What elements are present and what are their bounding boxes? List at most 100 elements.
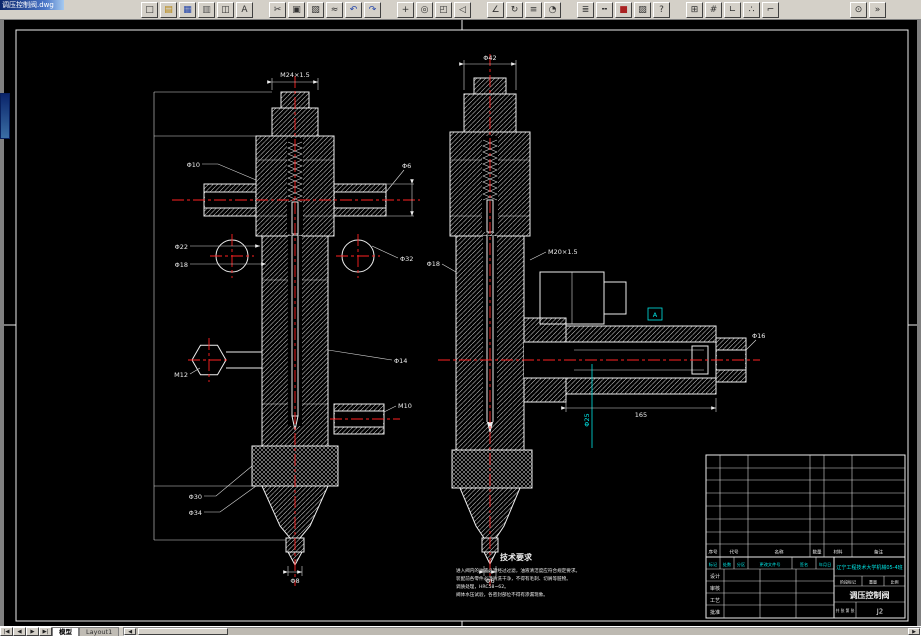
dim-label: Φ8 — [290, 577, 299, 585]
dim-label: M12 — [174, 371, 188, 379]
bom-header: 数量 — [813, 549, 822, 556]
main-toolbar: □ ▤ ▦ ▥ ◫ A ✂ ▣ ▧ ≈ ↶ ↷ + ◎ ◰ ◁ ∠ ↻ ≡ ◔ … — [0, 0, 921, 20]
tech-req-line: 进入阀内的油液必须经过过滤，油液清洁度应符合规定要求。 — [456, 567, 580, 574]
layers-icon[interactable]: ≣ — [577, 1, 594, 18]
stage-header: 比例 — [891, 579, 899, 585]
rev-header: 签名 — [800, 561, 808, 568]
layout-tabbar: |◀ ◀ ▶ ▶| 模型 Layout1 ◀ ▶ — [0, 626, 921, 636]
dim-label: Φ14 — [394, 357, 407, 365]
dim-label: Φ18 — [175, 261, 188, 269]
sign-row-label: 工艺 — [710, 598, 720, 604]
linetype-icon[interactable]: ╍ — [596, 1, 613, 18]
open-icon[interactable]: ▤ — [160, 1, 177, 18]
section-mark-label: A — [653, 311, 658, 319]
help-icon[interactable]: ? — [653, 1, 670, 18]
docked-toolbar-grip[interactable] — [0, 93, 10, 139]
drawing-svg: M24×1.5 Φ10 Φ22 Φ18 M12 Φ30 Φ34 Φ6 Φ32 Φ… — [4, 20, 917, 626]
redo-icon[interactable]: ↷ — [364, 1, 381, 18]
pan-icon[interactable]: + — [397, 1, 414, 18]
new-icon[interactable]: □ — [141, 1, 158, 18]
scroll-left-icon[interactable]: ◀ — [124, 628, 137, 635]
dim-label: Φ34 — [189, 509, 202, 517]
tab-last-button[interactable]: ▶| — [39, 627, 52, 636]
scroll-right-icon[interactable]: ▶ — [908, 628, 920, 635]
tab-prev-button[interactable]: ◀ — [13, 627, 26, 636]
rev-header: 更改文件号 — [760, 561, 781, 568]
ucs-icon[interactable]: ⌐ — [762, 1, 779, 18]
dim-label: Φ22 — [175, 243, 188, 251]
tab-layout1[interactable]: Layout1 — [79, 627, 120, 636]
drawing-number: J2 — [876, 608, 884, 616]
tech-req-line: 装配前各零件必须清洗干净，不得有毛刺、切屑等脏物。 — [456, 575, 571, 582]
part-name: 调压控制阀 — [850, 590, 890, 600]
cut-icon[interactable]: ✂ — [269, 1, 286, 18]
bom-header: 备注 — [874, 549, 883, 556]
copy-icon[interactable]: ▣ — [288, 1, 305, 18]
sign-row-label: 设计 — [710, 573, 720, 580]
dim-label: Φ18 — [427, 260, 440, 268]
horizontal-scrollbar[interactable]: ◀ ▶ — [123, 627, 921, 636]
tech-req-title: 技术要求 — [500, 552, 533, 562]
paste-icon[interactable]: ▧ — [307, 1, 324, 18]
title-block: 序号 代号 名称 数量 材料 备注 标记 处数 分区 更改文件号 签名 年月日 … — [705, 454, 906, 619]
snap-icon[interactable]: ∴ — [743, 1, 760, 18]
floating-toolbar-title[interactable]: 调压控制阀.dwg — [0, 0, 64, 10]
color-control-icon[interactable]: ■ — [615, 1, 632, 18]
tab-first-button[interactable]: |◀ — [0, 627, 13, 636]
sign-row-label: 批准 — [710, 609, 720, 616]
front-view — [172, 76, 420, 586]
dim-label: 165 — [635, 411, 647, 419]
side-cap-nut — [451, 449, 533, 489]
match-properties-icon[interactable]: ≈ — [326, 1, 343, 18]
dim-label: Φ16 — [752, 332, 765, 340]
bom-header: 序号 — [709, 549, 718, 556]
toolbar-options-icon[interactable]: » — [869, 1, 886, 18]
bom-header: 名称 — [775, 549, 784, 556]
school-name: 辽宁工程技术大学机械05-4班 — [836, 564, 902, 571]
osnap-icon[interactable]: ⊞ — [686, 1, 703, 18]
redraw-icon[interactable]: ↻ — [506, 1, 523, 18]
dim-label: Φ6 — [402, 162, 411, 170]
spell-check-icon[interactable]: A — [236, 1, 253, 18]
dim-label: M24×1.5 — [280, 71, 310, 79]
bracket-small — [603, 281, 627, 315]
ortho-icon[interactable]: ∟ — [724, 1, 741, 18]
dim-label: M20×1.5 — [548, 248, 578, 256]
dim-label: Φ10 — [187, 161, 200, 169]
named-views-icon[interactable]: ≡ — [525, 1, 542, 18]
rev-header: 年月日 — [819, 561, 832, 568]
bom-header: 材料 — [834, 549, 843, 556]
properties-icon[interactable]: ▨ — [634, 1, 651, 18]
rev-header: 标记 — [709, 561, 718, 568]
bom-header: 代号 — [730, 549, 739, 556]
zoom-realtime-icon[interactable]: ◎ — [416, 1, 433, 18]
sheet-info: 共 张 第 张 — [836, 608, 855, 613]
dim-label-cyan: Φ25 — [583, 413, 591, 426]
dim-label: Φ42 — [483, 54, 496, 62]
grid-icon[interactable]: # — [705, 1, 722, 18]
save-icon[interactable]: ▦ — [179, 1, 196, 18]
dim-label: M10 — [398, 402, 412, 410]
undo-icon[interactable]: ↶ — [345, 1, 362, 18]
dim-label: Φ32 — [400, 255, 413, 263]
drawing-canvas[interactable]: M24×1.5 Φ10 Φ22 Φ18 M12 Φ30 Φ34 Φ6 Φ32 Φ… — [4, 20, 917, 626]
zoom-previous-icon[interactable]: ◁ — [454, 1, 471, 18]
rev-header: 处数 — [723, 561, 732, 568]
aerial-view-icon[interactable]: ⊙ — [850, 1, 867, 18]
stage-header: 重量 — [869, 579, 877, 585]
sign-row-label: 审核 — [710, 585, 720, 592]
zoom-window-icon[interactable]: ◰ — [435, 1, 452, 18]
scrollbar-thumb[interactable] — [138, 628, 229, 635]
tech-req-line: 调质处理，HRC58~62。 — [456, 583, 509, 590]
tab-model[interactable]: 模型 — [52, 627, 79, 636]
tab-next-button[interactable]: ▶ — [26, 627, 39, 636]
tech-req-line: 阀体水压试验，各密封部位不得有渗漏现象。 — [456, 591, 548, 598]
rev-header: 分区 — [737, 561, 745, 568]
stage-header: 阶段标记 — [840, 579, 856, 585]
3d-orbit-icon[interactable]: ◔ — [544, 1, 561, 18]
print-preview-icon[interactable]: ◫ — [217, 1, 234, 18]
tech-requirements: 技术要求 进入阀内的油液必须经过过滤，油液清洁度应符合规定要求。 装配前各零件必… — [456, 552, 580, 598]
print-icon[interactable]: ▥ — [198, 1, 215, 18]
dim-label: Φ30 — [189, 493, 202, 501]
distance-icon[interactable]: ∠ — [487, 1, 504, 18]
